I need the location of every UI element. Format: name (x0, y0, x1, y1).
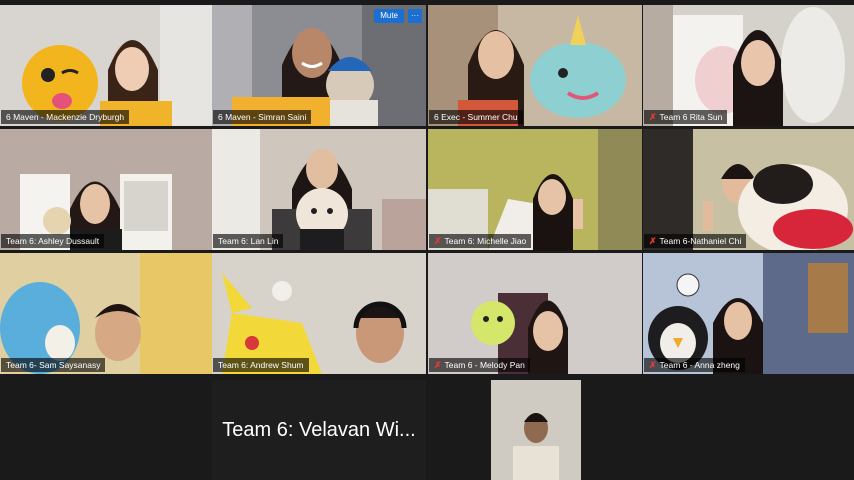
video-tile-velavan-camera-off[interactable]: Team 6: Velavan Wi... (212, 380, 426, 480)
video-feed (0, 253, 214, 374)
video-tile-andrew[interactable]: Team 6: Andrew Shum (212, 253, 426, 374)
participant-nameplate: Team 6: Ashley Dussault (1, 234, 105, 248)
video-feed (643, 129, 854, 250)
video-tile-melody[interactable]: ✗ Team 6 - Melody Pan (428, 253, 642, 374)
mic-muted-icon: ✗ (434, 236, 442, 246)
participant-display-name: Team 6: Velavan Wi... (222, 418, 416, 441)
participant-nameplate: ✗ Team 6 - Melody Pan (429, 358, 530, 372)
participant-nameplate: Team 6- Sam Saysanasy (1, 358, 106, 372)
mute-button[interactable]: Mute (374, 9, 404, 23)
more-options-button[interactable]: ··· (408, 9, 422, 23)
video-feed (212, 129, 426, 250)
video-tile-velavan-thumbnail[interactable] (491, 380, 581, 480)
video-tile-ashley[interactable]: Team 6: Ashley Dussault (0, 129, 214, 250)
participant-nameplate: ✗ Team 6-Nathaniel Chi (644, 234, 747, 248)
video-feed (212, 253, 426, 374)
mic-muted-icon: ✗ (649, 360, 657, 370)
participant-nameplate: 6 Maven - Mackenzie Dryburgh (1, 110, 130, 124)
video-tile-sam[interactable]: Team 6- Sam Saysanasy (0, 253, 214, 374)
video-feed (212, 5, 426, 126)
participant-nameplate: ✗ Team 6 Rita Sun (644, 110, 728, 124)
participant-nameplate: 6 Maven - Simran Saini (213, 110, 312, 124)
mic-muted-icon: ✗ (649, 112, 657, 122)
video-feed (491, 380, 581, 480)
video-tile-rita[interactable]: ✗ Team 6 Rita Sun (643, 5, 854, 126)
video-tile-summer[interactable]: 6 Exec - Summer Chu (428, 5, 642, 126)
mic-muted-icon: ✗ (649, 236, 657, 246)
video-feed (0, 129, 214, 250)
video-feed (643, 253, 854, 374)
mic-muted-icon: ✗ (434, 360, 442, 370)
participant-nameplate: Team 6: Lan Lin (213, 234, 284, 248)
video-feed (428, 5, 642, 126)
participant-nameplate: Team 6: Andrew Shum (213, 358, 309, 372)
video-tile-mackenzie[interactable]: 6 Maven - Mackenzie Dryburgh (0, 5, 214, 126)
participant-nameplate: 6 Exec - Summer Chu (429, 110, 523, 124)
participant-nameplate: ✗ Team 6: Michelle Jiao (429, 234, 532, 248)
video-feed (643, 5, 854, 126)
video-feed (428, 253, 642, 374)
video-tile-anna[interactable]: ✗ Team 6 - Anna zheng (643, 253, 854, 374)
video-feed (428, 129, 642, 250)
video-tile-michelle[interactable]: ✗ Team 6: Michelle Jiao (428, 129, 642, 250)
video-tile-nathaniel[interactable]: ✗ Team 6-Nathaniel Chi (643, 129, 854, 250)
video-tile-lan[interactable]: Team 6: Lan Lin (212, 129, 426, 250)
participant-nameplate: ✗ Team 6 - Anna zheng (644, 358, 745, 372)
video-tile-simran-active-speaker[interactable]: Mute ··· 6 Maven - Simran Saini (212, 5, 426, 126)
video-feed (0, 5, 214, 126)
